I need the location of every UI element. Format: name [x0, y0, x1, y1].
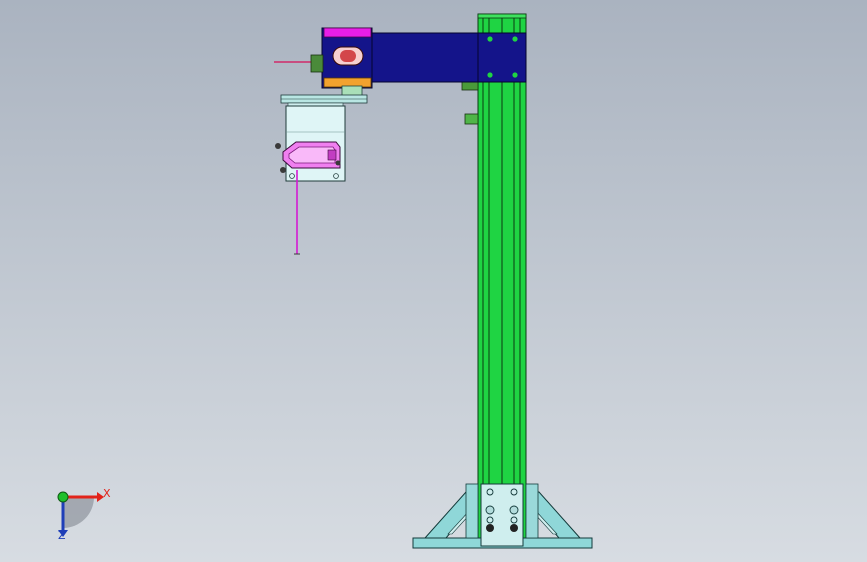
horizontal-arm[interactable]: [369, 32, 527, 83]
cad-viewport[interactable]: X Z: [0, 0, 867, 562]
mount-plate[interactable]: [280, 94, 368, 107]
assembly-model[interactable]: [0, 0, 867, 562]
arm-clamp-block[interactable]: [321, 27, 373, 89]
triad-y-axis: [57, 491, 69, 503]
column-base-plate[interactable]: [480, 483, 524, 547]
vertical-column[interactable]: [477, 13, 527, 549]
adjust-rod[interactable]: [274, 54, 324, 73]
axis-x-label: X: [103, 487, 111, 500]
mount-shaft[interactable]: [341, 85, 363, 97]
axis-z-label: Z: [58, 529, 66, 542]
column-side-tab-lower[interactable]: [464, 113, 479, 125]
